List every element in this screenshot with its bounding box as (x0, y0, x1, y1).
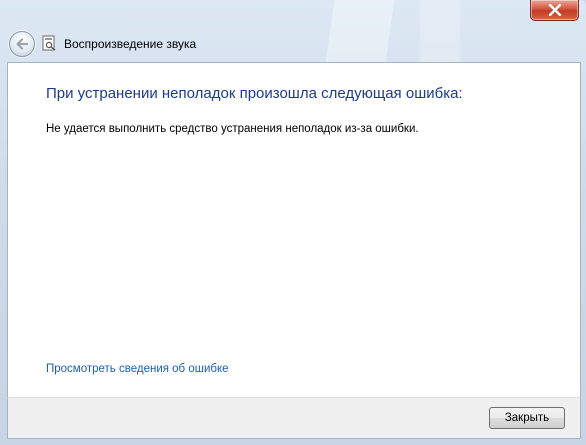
error-message: Не удается выполнить средство устранения… (46, 123, 419, 135)
close-button[interactable]: Закрыть (489, 407, 565, 429)
troubleshooter-icon (42, 35, 56, 51)
back-arrow-icon (16, 38, 29, 50)
content-panel: При устранении неполадок произошла следу… (7, 62, 581, 398)
window-title: Воспроизведение звука (64, 37, 197, 51)
dialog-footer: Закрыть (7, 397, 581, 439)
window-frame: Воспроизведение звука При устранении неп… (0, 0, 586, 445)
glass-reflection (420, 0, 460, 62)
view-error-details-link[interactable]: Просмотреть сведения об ошибке (46, 363, 229, 375)
glass-reflection (325, 0, 395, 62)
window-close-button[interactable] (530, 0, 579, 21)
back-button[interactable] (9, 31, 35, 57)
close-icon (548, 4, 561, 16)
error-heading: При устранении неполадок произошла следу… (46, 85, 463, 102)
